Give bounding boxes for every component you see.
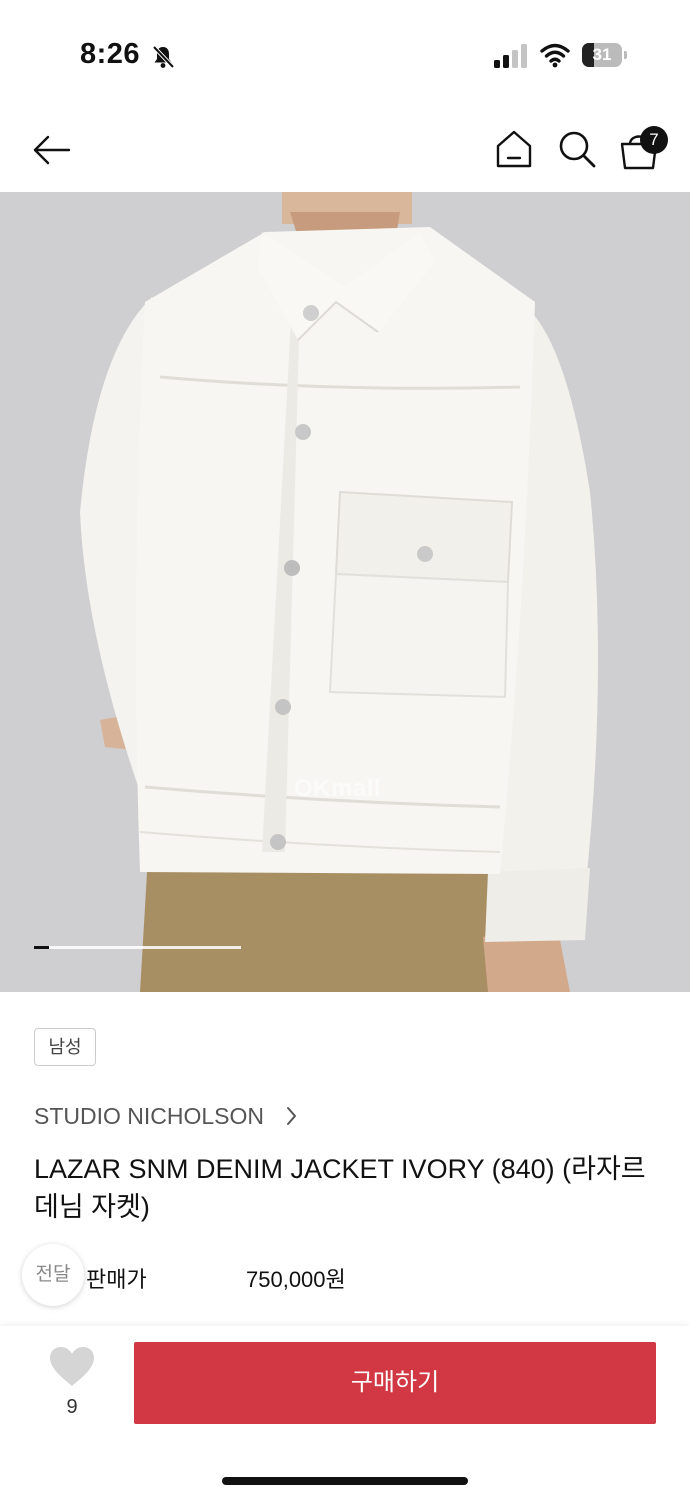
wifi-icon [540,42,570,68]
like-count: 9 [66,1396,78,1418]
share-floating-button[interactable]: 전달 [22,1244,84,1306]
battery-icon: 31 [582,43,628,67]
home-button[interactable] [494,128,534,170]
watermark: OKmall [294,775,382,802]
cart-button[interactable]: 7 [618,124,668,172]
gender-tag: 남성 [34,1028,96,1066]
bell-slash-icon [150,44,176,70]
brand-link[interactable]: STUDIO NICHOLSON [34,1103,264,1130]
search-button[interactable] [556,128,598,170]
back-button[interactable] [30,130,74,170]
price-value: 750,000원 [246,1267,346,1292]
like-button[interactable]: 9 [46,1344,98,1424]
arrow-left-icon [33,135,71,165]
top-navigation: 7 [0,110,690,192]
home-icon [496,130,532,168]
product-photo [80,192,598,992]
price-label: 판매가 [86,1267,147,1292]
status-time: 8:26 [80,38,141,70]
bottom-action-bar: 9 구매하기 [0,1326,690,1500]
cart-count-badge: 7 [640,126,668,154]
gallery-page-indicator [34,946,241,949]
gallery-page-indicator-active [34,946,49,949]
status-bar: 8:26 31 [0,0,690,110]
heart-icon [50,1347,94,1386]
chevron-right-icon[interactable] [282,1105,300,1127]
search-icon [559,131,596,168]
battery-level: 31 [592,45,612,64]
home-indicator [222,1477,468,1485]
product-name: LAZAR SNM DENIM JACKET IVORY (840) (라자르 … [34,1154,646,1222]
buy-button[interactable]: 구매하기 [134,1342,656,1424]
signal-icon [494,44,530,68]
product-image-gallery[interactable]: OKmall [0,192,690,992]
